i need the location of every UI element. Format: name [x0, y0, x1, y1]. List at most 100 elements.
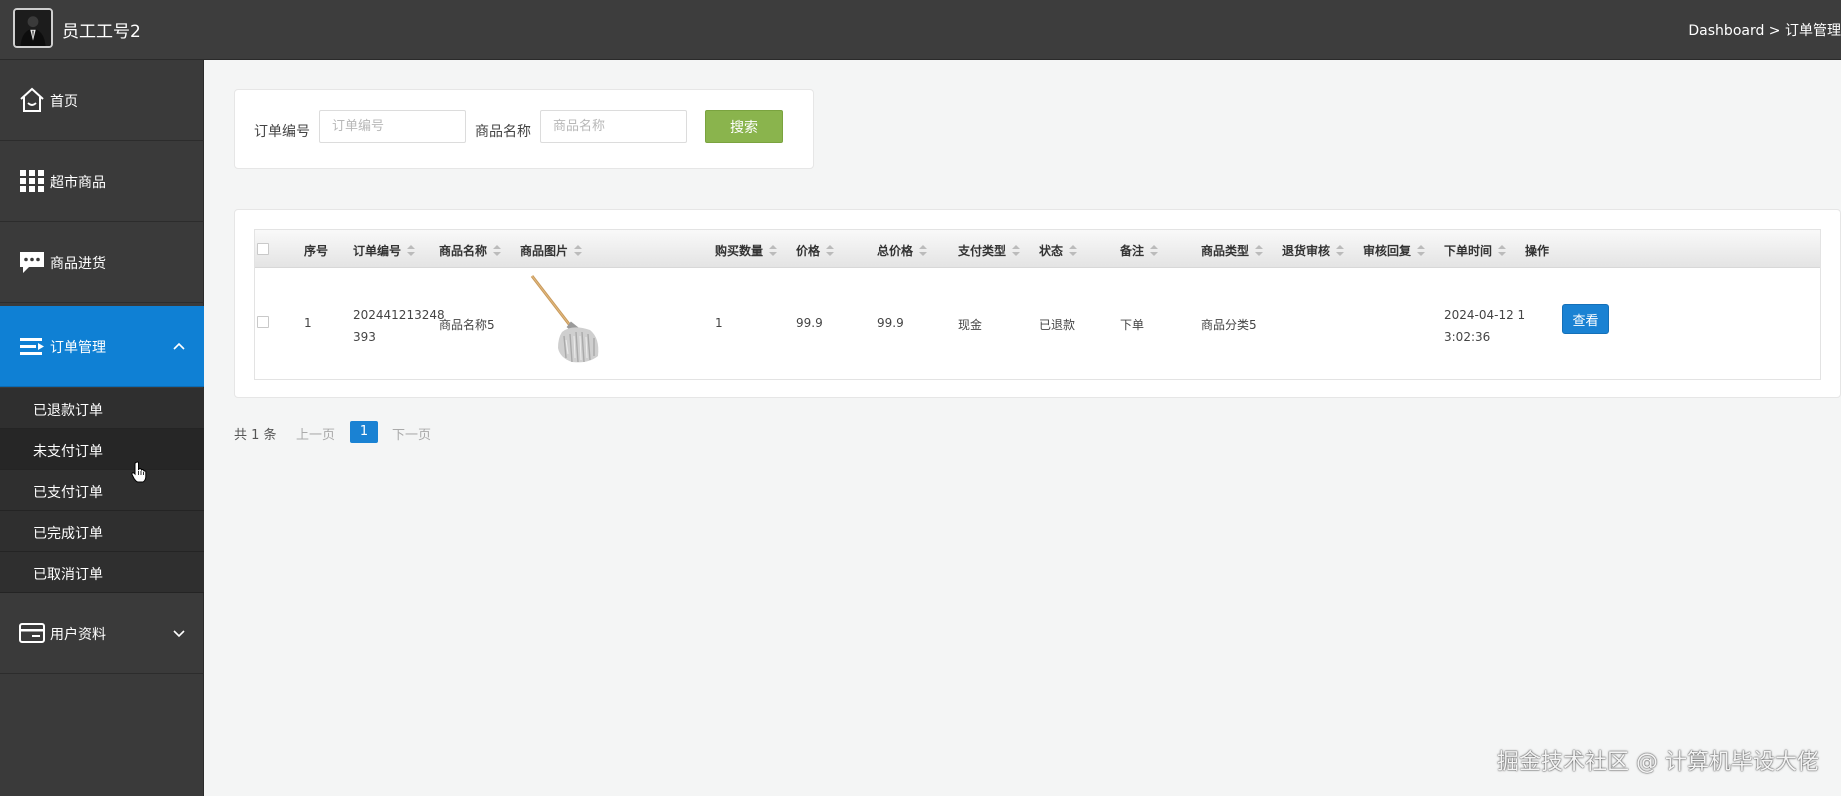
- cell-index: 1: [304, 316, 312, 330]
- pagination-current-page[interactable]: 1: [350, 421, 378, 443]
- column-header-pay-type[interactable]: 支付类型: [958, 242, 1021, 259]
- sidebar-item-label: 订单管理: [50, 340, 106, 356]
- column-label: 序号: [304, 244, 329, 258]
- header-username: 员工工号2: [62, 22, 141, 42]
- column-label: 价格: [796, 244, 821, 258]
- column-label: 下单时间: [1444, 244, 1493, 258]
- table-row: 1 202441213248 393 商品名称5 1 99.9 99.9 现金 …: [255, 268, 1820, 380]
- submenu-label: 已支付订单: [33, 485, 103, 501]
- column-header-product-image[interactable]: 商品图片: [520, 242, 583, 259]
- pagination-prev[interactable]: 上一页: [296, 424, 335, 443]
- sort-icon[interactable]: [407, 245, 416, 256]
- view-button[interactable]: 查看: [1562, 304, 1609, 334]
- column-header-quantity[interactable]: 购买数量: [715, 242, 778, 259]
- cell-order-no: 202441213248 393: [353, 304, 445, 348]
- cell-status: 已退款: [1039, 318, 1076, 332]
- column-label: 操作: [1525, 244, 1550, 258]
- sidebar-item-label: 用户资料: [50, 627, 106, 643]
- list-icon: [18, 332, 46, 360]
- submenu-item-cancelled[interactable]: 已取消订单: [0, 552, 204, 593]
- sort-icon[interactable]: [1012, 245, 1021, 256]
- order-time-line: 2024-04-12 1: [1444, 308, 1526, 322]
- column-header-order-no[interactable]: 订单编号: [353, 242, 416, 259]
- sidebar-item-label: 商品进货: [50, 256, 106, 272]
- sidebar-item-products[interactable]: 超市商品: [0, 141, 204, 222]
- column-label: 备注: [1120, 244, 1145, 258]
- orders-table-panel: 序号 订单编号 商品名称 商品图片 购买数量 价格 总价格 支付类型 状态 备注…: [234, 209, 1841, 398]
- column-header-product-name[interactable]: 商品名称: [439, 242, 502, 259]
- sort-icon[interactable]: [1150, 245, 1159, 256]
- sort-icon[interactable]: [1069, 245, 1078, 256]
- order-no-line: 393: [353, 330, 376, 344]
- chevron-down-icon: [172, 626, 186, 640]
- cell-total: 99.9: [877, 316, 904, 330]
- cell-pay-type: 现金: [958, 318, 983, 332]
- cell-order-time: 2024-04-12 1 3:02:36: [1444, 304, 1525, 348]
- chat-icon: [18, 248, 46, 276]
- submenu-label: 已取消订单: [33, 567, 103, 583]
- sort-icon[interactable]: [493, 245, 502, 256]
- column-label: 订单编号: [353, 244, 402, 258]
- sort-icon[interactable]: [919, 245, 928, 256]
- top-header: 员工工号2 Dashboard > 订单管理: [0, 0, 1841, 60]
- row-checkbox[interactable]: [257, 316, 269, 328]
- sidebar-item-label: 首页: [50, 94, 78, 110]
- breadcrumb[interactable]: Dashboard > 订单管理: [1688, 20, 1841, 40]
- orders-table: 序号 订单编号 商品名称 商品图片 购买数量 价格 总价格 支付类型 状态 备注…: [254, 229, 1821, 380]
- watermark: 掘金技术社区 @ 计算机毕设大佬: [1497, 750, 1819, 775]
- sort-icon[interactable]: [826, 245, 835, 256]
- sort-icon[interactable]: [1336, 245, 1345, 256]
- order-time-line: 3:02:36: [1444, 330, 1491, 344]
- product-name-input[interactable]: [540, 110, 687, 143]
- column-header-review-reply[interactable]: 审核回复: [1363, 242, 1426, 259]
- sidebar: 首页 超市商品 商品进货 订单管理 已退款订单 未支付订单 已支付订单 已完成订…: [0, 60, 204, 796]
- column-label: 审核回复: [1363, 244, 1412, 258]
- pagination-next[interactable]: 下一页: [392, 424, 431, 443]
- sidebar-item-home[interactable]: 首页: [0, 60, 204, 141]
- submenu-item-paid[interactable]: 已支付订单: [0, 470, 204, 511]
- column-label: 购买数量: [715, 244, 764, 258]
- sidebar-item-user-profile[interactable]: 用户资料: [0, 593, 204, 674]
- column-header-status[interactable]: 状态: [1039, 242, 1078, 259]
- column-header-total[interactable]: 总价格: [877, 242, 928, 259]
- card-icon: [18, 619, 46, 647]
- submenu-item-refunded[interactable]: 已退款订单: [0, 388, 204, 429]
- search-panel: 订单编号 商品名称 搜索: [234, 89, 814, 169]
- avatar-portrait-icon: [15, 10, 51, 46]
- column-header-price[interactable]: 价格: [796, 242, 835, 259]
- column-header-category[interactable]: 商品类型: [1201, 242, 1264, 259]
- cell-product-name: 商品名称5: [439, 318, 495, 332]
- submenu-label: 已退款订单: [33, 403, 103, 419]
- hand-pointer-cursor-icon: [131, 461, 147, 483]
- sort-icon[interactable]: [1417, 245, 1426, 256]
- cell-remark: 下单: [1120, 318, 1145, 332]
- grid-icon: [18, 167, 46, 195]
- column-label: 商品名称: [439, 244, 488, 258]
- order-no-input[interactable]: [319, 110, 466, 143]
- product-name-label: 商品名称: [475, 124, 531, 140]
- cell-price: 99.9: [796, 316, 823, 330]
- select-all-checkbox[interactable]: [257, 243, 269, 255]
- column-header-remark[interactable]: 备注: [1120, 242, 1159, 259]
- column-header-return-review[interactable]: 退货审核: [1282, 242, 1345, 259]
- sidebar-item-purchase[interactable]: 商品进货: [0, 222, 204, 303]
- sort-icon[interactable]: [1255, 245, 1264, 256]
- sort-icon[interactable]: [769, 245, 778, 256]
- column-label: 支付类型: [958, 244, 1007, 258]
- submenu-label: 已完成订单: [33, 526, 103, 542]
- sort-icon[interactable]: [1498, 245, 1507, 256]
- column-label: 总价格: [877, 244, 914, 258]
- submenu-item-completed[interactable]: 已完成订单: [0, 511, 204, 552]
- column-header-order-time[interactable]: 下单时间: [1444, 242, 1507, 259]
- search-button[interactable]: 搜索: [705, 110, 783, 143]
- cell-category: 商品分类5: [1201, 318, 1257, 332]
- column-header-index: 序号: [304, 242, 328, 259]
- order-no-line: 202441213248: [353, 308, 445, 322]
- sidebar-item-orders[interactable]: 订单管理: [0, 306, 204, 387]
- submenu-item-unpaid[interactable]: 未支付订单: [0, 429, 204, 470]
- cell-quantity: 1: [715, 316, 723, 330]
- user-avatar[interactable]: [13, 8, 53, 48]
- mop-image: [530, 275, 599, 363]
- sort-icon[interactable]: [574, 245, 583, 256]
- sidebar-item-label: 超市商品: [50, 175, 106, 191]
